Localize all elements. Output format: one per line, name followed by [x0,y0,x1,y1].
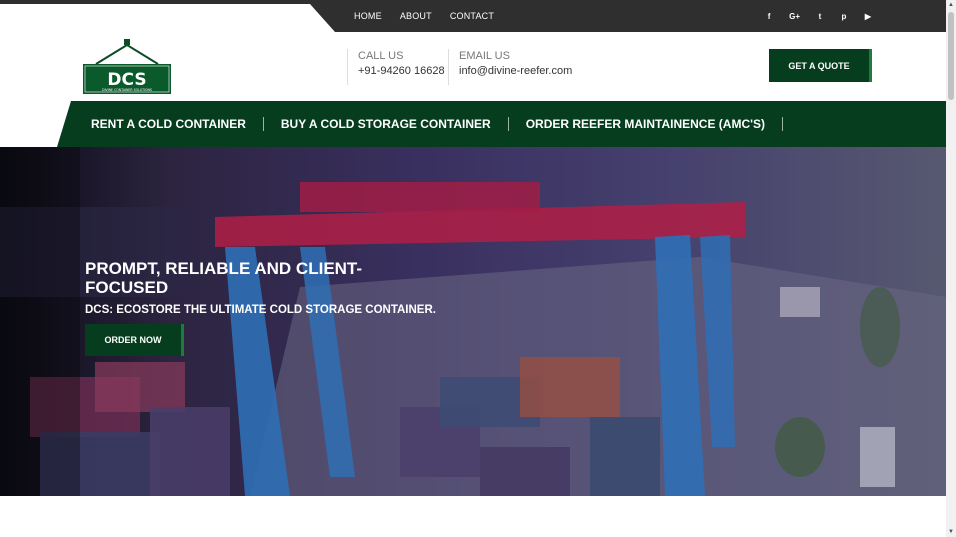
google-plus-icon[interactable]: G+ [789,12,800,21]
scrollbar-thumb[interactable] [948,12,954,100]
logo-mark: DCS DIVINE CONTAINER SOLUTIONS [83,39,171,94]
top-nav-home[interactable]: HOME [354,11,382,21]
email-us-label: EMAIL US [459,50,510,62]
scroll-up-arrow-icon[interactable]: ▲ [946,0,956,10]
call-us-block: CALL US +91-94260 16628 [347,49,445,85]
top-bar-logo-cutout [0,4,335,32]
nav-order-reefer-maintenance[interactable]: ORDER REEFER MAINTAINENCE (AMC'S) [526,117,765,131]
youtube-icon[interactable]: ▶ [864,12,872,21]
nav-rent-cold-container[interactable]: RENT A COLD CONTAINER [91,117,246,131]
call-us-label: CALL US [358,50,404,62]
email-us-block: EMAIL US info@divine-reefer.com [448,49,572,85]
hero-subtitle: DCS: ECOSTORE THE ULTIMATE COLD STORAGE … [85,304,436,316]
page: HOME ABOUT CONTACT f G+ t p ▶ DCS DIVINE… [0,0,956,537]
nav-separator [507,117,509,131]
logo[interactable]: DCS DIVINE CONTAINER SOLUTIONS [82,38,172,96]
main-nav-bar: RENT A COLD CONTAINER BUY A COLD STORAGE… [0,101,946,147]
vertical-scrollbar[interactable]: ▲ ▼ [946,0,956,537]
get-a-quote-button[interactable]: GET A QUOTE [769,49,872,82]
nav-buy-cold-storage-container[interactable]: BUY A COLD STORAGE CONTAINER [281,117,491,131]
header: DCS DIVINE CONTAINER SOLUTIONS CALL US +… [0,32,946,102]
pinterest-icon[interactable]: p [840,12,848,21]
svg-text:DCS: DCS [107,70,146,90]
main-nav: RENT A COLD CONTAINER BUY A COLD STORAGE… [91,101,800,147]
nav-separator [262,117,264,131]
hero-banner: PROMPT, RELIABLE AND CLIENT-FOCUSED DCS:… [0,147,946,496]
top-bar: HOME ABOUT CONTACT f G+ t p ▶ [0,0,946,32]
order-now-button[interactable]: ORDER NOW [85,324,184,356]
social-links: f G+ t p ▶ [765,0,872,32]
nav-separator [781,117,783,131]
top-nav: HOME ABOUT CONTACT [354,0,494,32]
hero-background-image [0,147,946,496]
hero-title: PROMPT, RELIABLE AND CLIENT-FOCUSED [85,259,363,297]
svg-text:DIVINE CONTAINER SOLUTIONS: DIVINE CONTAINER SOLUTIONS [102,88,152,92]
top-nav-contact[interactable]: CONTACT [450,11,494,21]
email-us-address[interactable]: info@divine-reefer.com [459,64,572,78]
top-nav-about[interactable]: ABOUT [400,11,432,21]
twitter-icon[interactable]: t [816,12,824,21]
scroll-down-arrow-icon[interactable]: ▼ [946,527,956,537]
call-us-phone[interactable]: +91-94260 16628 [358,64,445,78]
facebook-icon[interactable]: f [765,12,773,21]
